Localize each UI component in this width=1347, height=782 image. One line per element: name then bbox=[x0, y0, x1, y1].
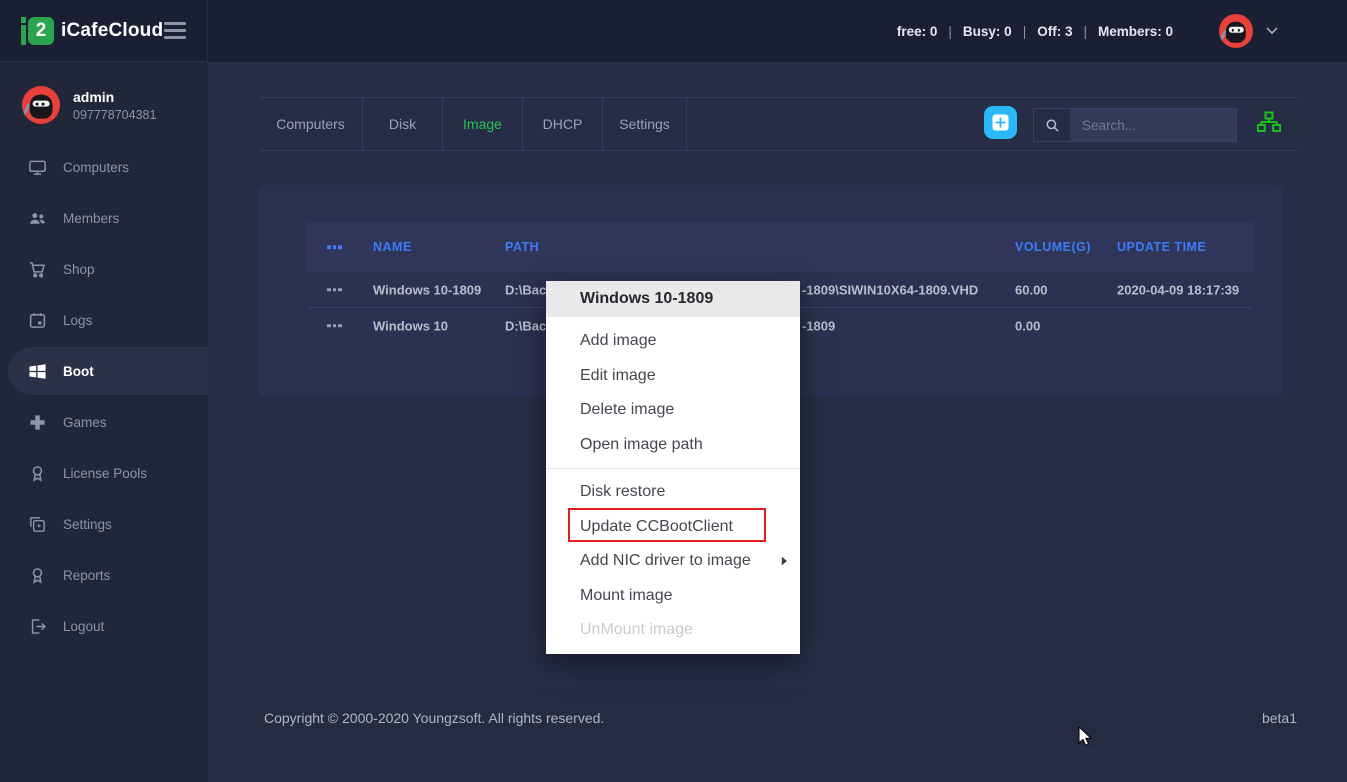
monitor-icon bbox=[28, 158, 47, 177]
image-path: D:\Bac bbox=[505, 282, 546, 297]
menu-item-open-image-path[interactable]: Open image path bbox=[546, 428, 800, 463]
stat-off: Off: 3 bbox=[1037, 24, 1072, 39]
menu-item-edit-image[interactable]: Edit image bbox=[546, 359, 800, 394]
profile-block: admin 097778704381 bbox=[22, 86, 156, 124]
menu-divider bbox=[546, 468, 800, 469]
menu-item-disk-restore[interactable]: Disk restore bbox=[546, 475, 800, 510]
profile-avatar[interactable] bbox=[22, 86, 60, 124]
sidebar-item-reports[interactable]: Reports bbox=[0, 550, 208, 601]
sidebar-item-games[interactable]: Games bbox=[0, 397, 208, 448]
submenu-arrow-icon bbox=[781, 556, 788, 566]
table-header-row: NAME PATH VOLUME(G) UPDATE TIME bbox=[307, 222, 1253, 272]
users-icon bbox=[28, 209, 47, 228]
user-avatar[interactable] bbox=[1219, 14, 1253, 48]
menu-item-add-image[interactable]: Add image bbox=[546, 324, 800, 359]
sidebar-item-logs[interactable]: Logs bbox=[0, 295, 208, 346]
column-name: NAME bbox=[373, 240, 412, 254]
image-name: Windows 10 bbox=[373, 318, 448, 333]
menu-item-add-nic-driver[interactable]: Add NIC driver to image bbox=[546, 544, 800, 579]
menu-item-update-ccbootclient[interactable]: Update CCBootClient bbox=[546, 510, 800, 545]
search-icon bbox=[1034, 109, 1070, 141]
image-path-tail: -1809\SIWIN10X64-1809.VHD bbox=[802, 282, 978, 297]
topbar-brand-area: 2 iCafeCloud bbox=[0, 0, 208, 62]
sidebar-item-shop[interactable]: Shop bbox=[0, 244, 208, 295]
topbar-status-area: free: 0 | Busy: 0 | Off: 3 | Members: 0 bbox=[897, 0, 1278, 62]
sidebar-nav: Computers Members Shop Lo bbox=[0, 142, 208, 652]
topbar: 2 iCafeCloud free: 0 | Busy: 0 | Off: 3 … bbox=[0, 0, 1347, 62]
layers-icon bbox=[28, 515, 47, 534]
image-update-time: 2020-04-09 18:17:39 bbox=[1117, 282, 1239, 297]
stat-separator: | bbox=[1023, 24, 1027, 39]
menu-item-unmount-image: UnMount image bbox=[546, 613, 800, 648]
menu-item-mount-image[interactable]: Mount image bbox=[546, 579, 800, 614]
tab-image[interactable]: Image bbox=[443, 98, 523, 150]
footer: Copyright © 2000-2020 Youngzsoft. All ri… bbox=[242, 690, 1319, 746]
search-input[interactable] bbox=[1070, 109, 1236, 141]
logout-icon bbox=[28, 617, 47, 636]
column-update-time: UPDATE TIME bbox=[1117, 240, 1206, 254]
stat-separator: | bbox=[948, 24, 952, 39]
sidebar: admin 097778704381 Computers Members bbox=[0, 62, 208, 782]
row-menu-icon[interactable] bbox=[327, 288, 342, 292]
profile-name: admin bbox=[73, 89, 156, 105]
image-path-tail: -1809 bbox=[802, 318, 835, 333]
sidebar-item-computers[interactable]: Computers bbox=[0, 142, 208, 193]
logo-icon: 2 bbox=[21, 17, 54, 45]
sidebar-item-boot[interactable]: Boot bbox=[0, 346, 208, 397]
context-menu-title: Windows 10-1809 bbox=[546, 281, 800, 317]
logo-glyph: 2 bbox=[28, 17, 54, 45]
image-name: Windows 10-1809 bbox=[373, 282, 481, 297]
column-path: PATH bbox=[505, 240, 539, 254]
app-window: 2 iCafeCloud free: 0 | Busy: 0 | Off: 3 … bbox=[0, 0, 1347, 782]
chevron-down-icon[interactable] bbox=[1266, 27, 1278, 35]
column-menu-icon bbox=[327, 245, 342, 249]
row-menu-icon[interactable] bbox=[327, 324, 342, 328]
stat-separator: | bbox=[1083, 24, 1087, 39]
stat-free: free: 0 bbox=[897, 24, 938, 39]
copyright-text: Copyright © 2000-2020 Youngzsoft. All ri… bbox=[264, 710, 604, 726]
add-image-button[interactable] bbox=[984, 106, 1017, 139]
hamburger-menu-icon[interactable] bbox=[164, 22, 186, 39]
search-box bbox=[1033, 108, 1237, 142]
brand-name: iCafeCloud bbox=[61, 20, 163, 42]
sidebar-item-license-pools[interactable]: License Pools bbox=[0, 448, 208, 499]
image-context-menu: Windows 10-1809 Add image Edit image Del… bbox=[546, 281, 800, 654]
sidebar-item-logout[interactable]: Logout bbox=[0, 601, 208, 652]
tab-settings[interactable]: Settings bbox=[603, 98, 687, 150]
cart-icon bbox=[28, 260, 47, 279]
tab-disk[interactable]: Disk bbox=[363, 98, 443, 150]
tab-dhcp[interactable]: DHCP bbox=[523, 98, 603, 150]
plus-square-icon bbox=[992, 114, 1009, 131]
machine-stats: free: 0 | Busy: 0 | Off: 3 | Members: 0 bbox=[897, 24, 1173, 39]
context-menu-items: Add image Edit image Delete image Open i… bbox=[546, 317, 800, 648]
calendar-icon bbox=[28, 311, 47, 330]
sidebar-item-settings[interactable]: Settings bbox=[0, 499, 208, 550]
network-sitemap-icon[interactable] bbox=[1256, 111, 1282, 135]
sidebar-item-members[interactable]: Members bbox=[0, 193, 208, 244]
menu-item-delete-image[interactable]: Delete image bbox=[546, 393, 800, 428]
app-logo[interactable]: 2 iCafeCloud bbox=[21, 17, 163, 45]
stat-members: Members: 0 bbox=[1098, 24, 1173, 39]
column-volume: VOLUME(G) bbox=[1015, 240, 1091, 254]
image-path: D:\Bac bbox=[505, 318, 546, 333]
windows-icon bbox=[28, 362, 47, 381]
gamepad-icon bbox=[28, 413, 47, 432]
version-label: beta1 bbox=[1262, 710, 1297, 726]
image-volume: 60.00 bbox=[1015, 282, 1048, 297]
image-volume: 0.00 bbox=[1015, 318, 1040, 333]
stat-busy: Busy: 0 bbox=[963, 24, 1012, 39]
tab-computers[interactable]: Computers bbox=[259, 98, 363, 150]
profile-phone: 097778704381 bbox=[73, 108, 156, 122]
report-badge-icon bbox=[28, 566, 47, 585]
badge-icon bbox=[28, 464, 47, 483]
